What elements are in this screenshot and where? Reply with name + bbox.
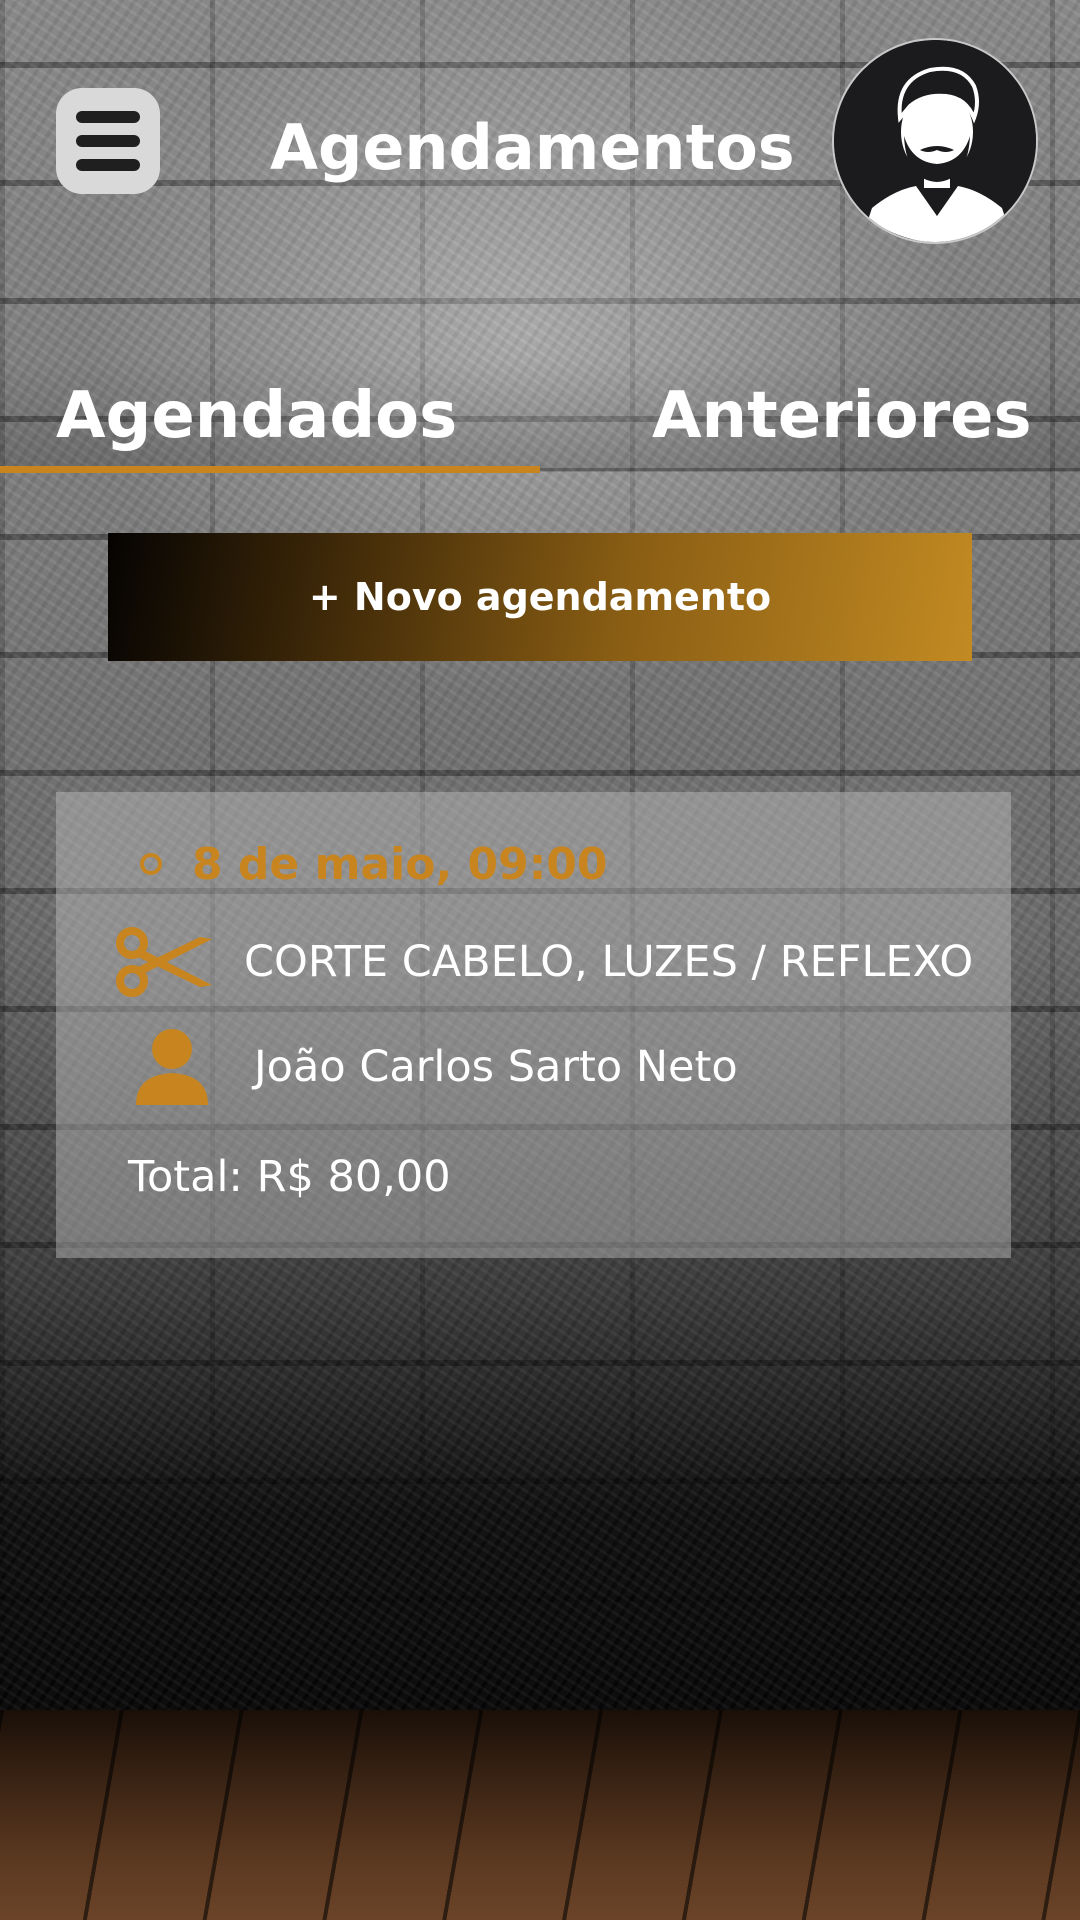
avatar[interactable] <box>832 38 1038 244</box>
active-tab-indicator <box>0 466 540 473</box>
appointment-date-row: 8 de maio, 09:00 <box>140 834 608 894</box>
appointment-professional-row: João Carlos Sarto Neto <box>122 1024 738 1110</box>
tab-bar: Agendados Anteriores <box>0 360 1080 473</box>
background-floor <box>0 1710 1080 1920</box>
appointment-professional: João Carlos Sarto Neto <box>254 1042 738 1092</box>
appointment-card[interactable]: 8 de maio, 09:00 CORTE CABELO, LUZES / R… <box>56 792 1011 1258</box>
new-appointment-button[interactable]: + Novo agendamento <box>108 533 972 661</box>
appointment-total: Total: R$ 80,00 <box>128 1152 451 1202</box>
scissors-icon <box>114 922 214 1002</box>
circle-bullet-icon <box>140 853 162 875</box>
tab-divider <box>540 468 1080 471</box>
appointment-service-row: CORTE CABELO, LUZES / REFLEXO <box>114 922 973 1002</box>
hamburger-line <box>76 135 140 147</box>
tab-agendados[interactable]: Agendados <box>56 372 457 460</box>
screen: Agendamentos Agendados Anteriores + Novo… <box>0 0 1080 1920</box>
hamburger-menu-icon <box>76 111 140 123</box>
hamburger-line <box>76 159 140 171</box>
appointment-date: 8 de maio, 09:00 <box>192 838 608 890</box>
bearded-man-avatar-icon <box>834 40 1036 242</box>
appointment-service: CORTE CABELO, LUZES / REFLEXO <box>244 937 974 987</box>
person-icon <box>122 1027 222 1107</box>
page-title: Agendamentos <box>270 111 795 184</box>
menu-button[interactable] <box>56 88 160 194</box>
tab-anteriores[interactable]: Anteriores <box>652 372 1032 460</box>
